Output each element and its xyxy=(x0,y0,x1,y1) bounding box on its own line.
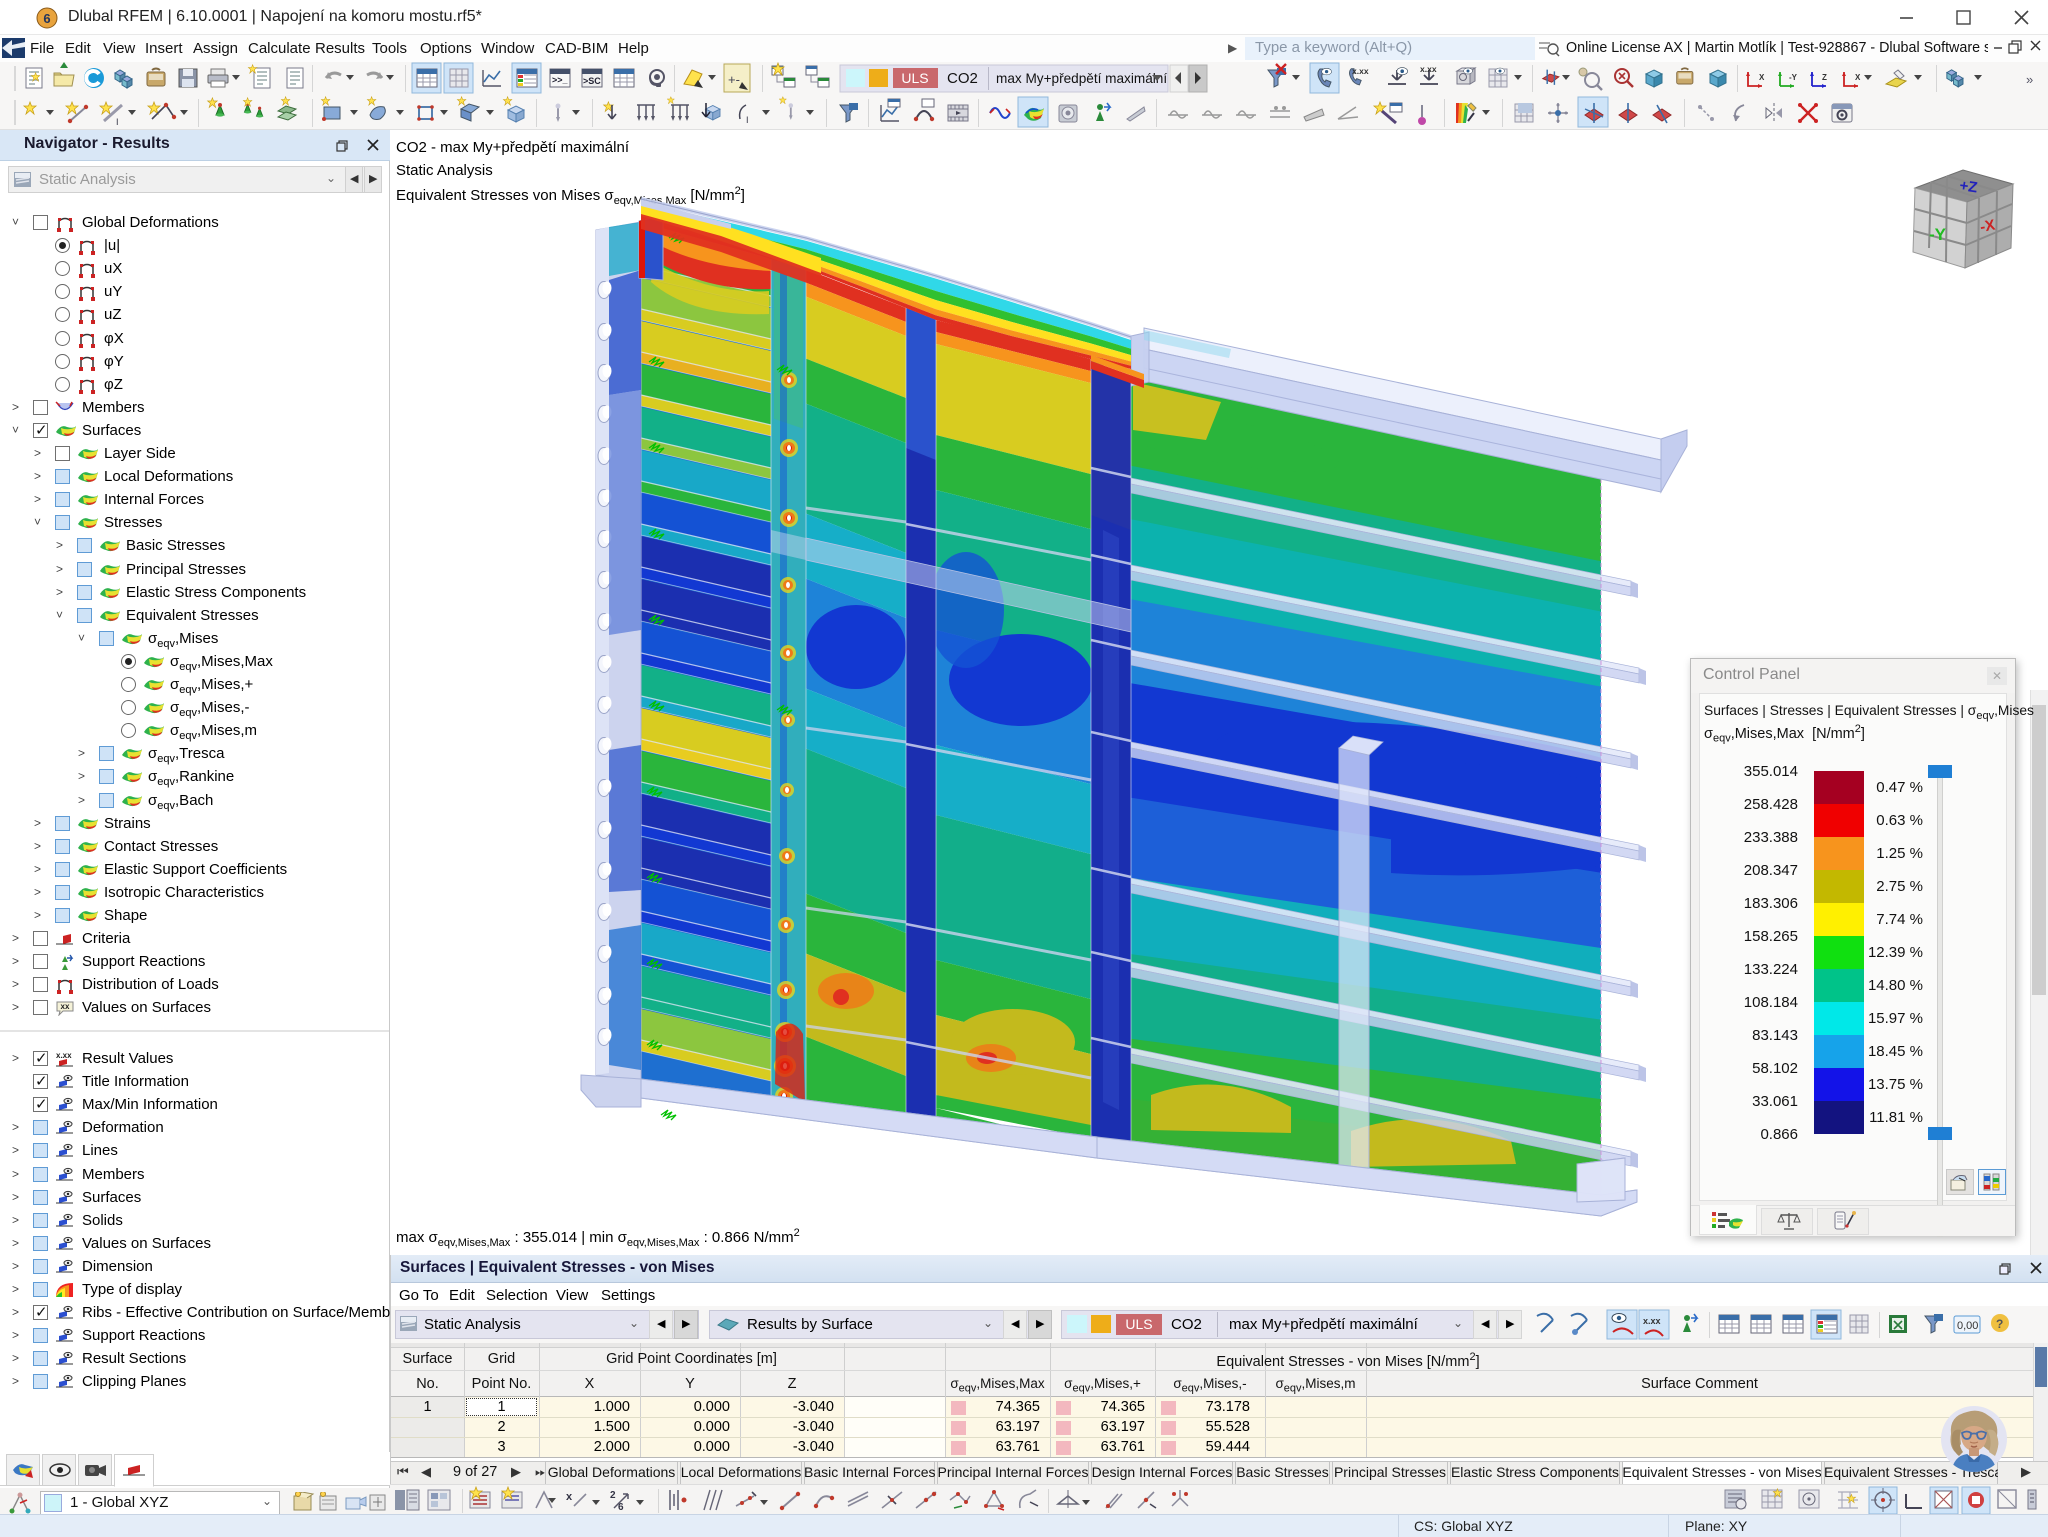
svg-text:x: x xyxy=(566,1491,573,1503)
svg-text:0,00: 0,00 xyxy=(1957,1320,1978,1332)
svg-text:+Z: +Z xyxy=(1958,177,1978,196)
svg-text:x.xx: x.xx xyxy=(1643,1316,1661,1326)
svg-text:-X: -X xyxy=(1979,217,1997,236)
svg-text:-Y: -Y xyxy=(1929,225,1947,244)
svg-text:6: 6 xyxy=(43,11,50,26)
svg-text:CO2: CO2 xyxy=(947,70,978,87)
svg-text:xx: xx xyxy=(61,1002,70,1011)
svg-text:x.xx: x.xx xyxy=(1352,66,1369,76)
svg-text:x.xx: x.xx xyxy=(56,1051,72,1060)
svg-text:»: » xyxy=(2026,72,2033,87)
svg-text:I: I xyxy=(116,117,119,127)
svg-text:max My+předpětí maximální: max My+předpětí maximální xyxy=(996,71,1167,86)
svg-text:+-: +- xyxy=(728,72,740,87)
svg-text:2: 2 xyxy=(610,1490,616,1501)
svg-text:x.xx: x.xx xyxy=(1420,64,1437,74)
svg-text:I: I xyxy=(746,115,749,125)
svg-text:?: ? xyxy=(1996,1317,2003,1331)
svg-text:ULS: ULS xyxy=(901,70,928,86)
